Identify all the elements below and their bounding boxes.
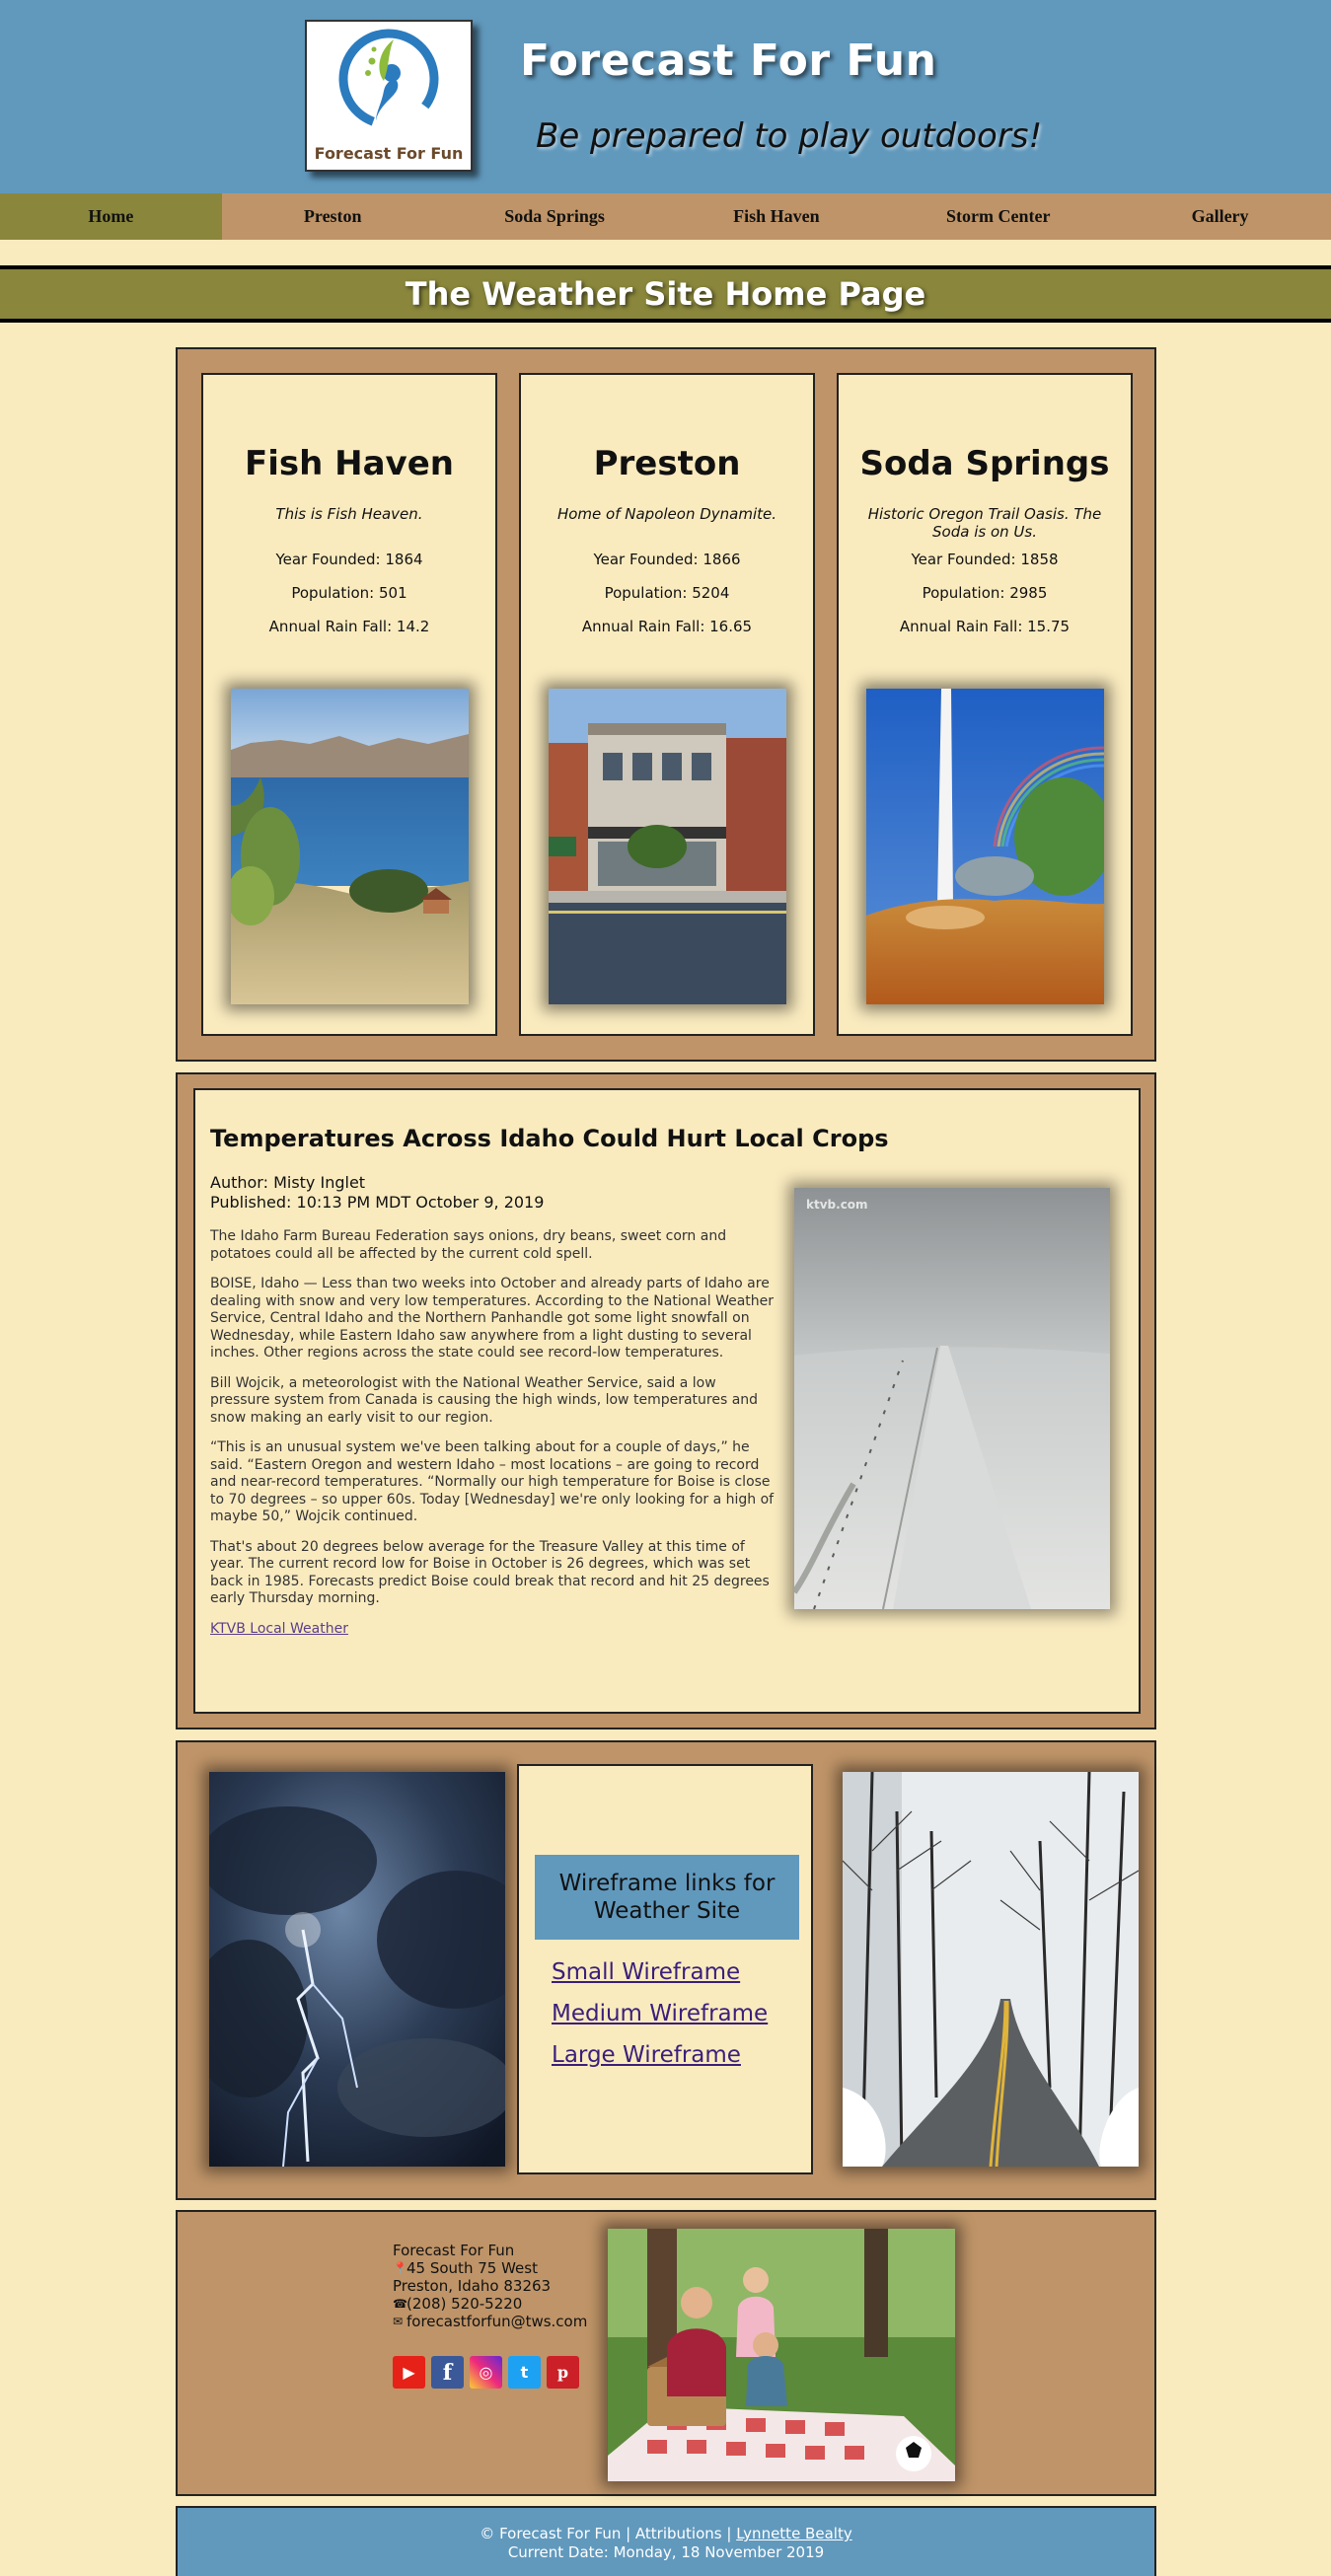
town-founded: Year Founded: 1858 bbox=[911, 551, 1059, 568]
wireframe-links: Small Wireframe Medium Wireframe Large W… bbox=[552, 1959, 768, 2084]
youtube-icon[interactable]: ▶ bbox=[393, 2356, 425, 2389]
town-rainfall: Annual Rain Fall: 14.2 bbox=[268, 618, 430, 635]
site-title: Forecast For Fun bbox=[520, 36, 937, 86]
nav-item-fish-haven[interactable]: Fish Haven bbox=[665, 193, 887, 240]
towns-section: Fish Haven This is Fish Heaven. Year Fou… bbox=[176, 347, 1156, 1062]
contact-section: Forecast For Fun 📍 45 South 75 West Pres… bbox=[176, 2210, 1156, 2496]
nav-item-storm-center[interactable]: Storm Center bbox=[887, 193, 1109, 240]
town-motto: This is Fish Heaven. bbox=[275, 505, 423, 523]
footer-current-date: Current Date: Monday, 18 November 2019 bbox=[507, 2543, 825, 2561]
snowy-road-photo: ktvb.com bbox=[794, 1188, 1110, 1609]
town-name: Fish Haven bbox=[245, 444, 454, 483]
town-population: Population: 501 bbox=[291, 584, 407, 602]
site-footer: © Forecast For Fun | Attributions | Lynn… bbox=[176, 2506, 1156, 2576]
town-name: Preston bbox=[593, 444, 741, 483]
map-pin-icon: 📍 bbox=[393, 2261, 407, 2275]
contact-phone[interactable]: (208) 520-5220 bbox=[407, 2295, 522, 2313]
author-link[interactable]: Lynnette Bealty bbox=[736, 2525, 852, 2542]
article-author: Author: Misty Inglet bbox=[210, 1173, 366, 1192]
town-card-soda-springs: Soda Springs Historic Oregon Trail Oasis… bbox=[837, 373, 1133, 1036]
town-motto: Home of Napoleon Dynamite. bbox=[556, 505, 777, 523]
large-wireframe-link[interactable]: Large Wireframe bbox=[552, 2042, 768, 2068]
contact-city: Preston, Idaho 83263 bbox=[393, 2277, 552, 2295]
town-rainfall: Annual Rain Fall: 15.75 bbox=[899, 618, 1071, 635]
wireframe-heading: Wireframe links for Weather Site bbox=[535, 1855, 799, 1940]
article-title: Temperatures Across Idaho Could Hurt Loc… bbox=[210, 1125, 889, 1152]
wireframe-section: Wireframe links for Weather Site Small W… bbox=[176, 1740, 1156, 2200]
page-title: The Weather Site Home Page bbox=[405, 275, 926, 313]
contact-info: Forecast For Fun 📍 45 South 75 West Pres… bbox=[393, 2242, 587, 2389]
article-paragraph: Bill Wojcik, a meteorologist with the Na… bbox=[210, 1374, 759, 1426]
main-nav: Home Preston Soda Springs Fish Haven Sto… bbox=[0, 193, 1331, 240]
small-wireframe-link[interactable]: Small Wireframe bbox=[552, 1959, 768, 1985]
twitter-icon[interactable]: t bbox=[508, 2356, 541, 2389]
medium-wireframe-link[interactable]: Medium Wireframe bbox=[552, 2001, 768, 2026]
town-card-fish-haven: Fish Haven This is Fish Heaven. Year Fou… bbox=[201, 373, 497, 1036]
footer-line-1: © Forecast For Fun | Attributions | Lynn… bbox=[178, 2525, 1154, 2543]
article-section: Temperatures Across Idaho Could Hurt Loc… bbox=[176, 1072, 1156, 1730]
photo-watermark: ktvb.com bbox=[806, 1198, 868, 1212]
town-founded: Year Founded: 1866 bbox=[593, 551, 741, 568]
soda-springs-photo bbox=[866, 689, 1104, 1004]
pinterest-icon[interactable]: p bbox=[547, 2356, 579, 2389]
email-icon: ✉ bbox=[393, 2315, 404, 2328]
article-paragraph: The Idaho Farm Bureau Federation says on… bbox=[210, 1228, 727, 1262]
snowy-forest-road-photo bbox=[843, 1772, 1139, 2167]
page-title-bar: The Weather Site Home Page bbox=[0, 265, 1331, 323]
town-rainfall: Annual Rain Fall: 16.65 bbox=[581, 618, 753, 635]
contact-street: 45 South 75 West bbox=[407, 2259, 538, 2277]
lightning-photo bbox=[209, 1772, 505, 2167]
article-published: Published: 10:13 PM MDT October 9, 2019 bbox=[210, 1193, 545, 1212]
phone-icon: ☎ bbox=[393, 2297, 407, 2311]
instagram-icon[interactable]: ◎ bbox=[470, 2356, 502, 2389]
article-body: The Idaho Farm Bureau Federation says on… bbox=[210, 1228, 777, 1651]
social-links: ▶ f ◎ t p bbox=[393, 2356, 587, 2389]
town-founded: Year Founded: 1864 bbox=[275, 551, 423, 568]
town-population: Population: 5204 bbox=[604, 584, 730, 602]
contact-name: Forecast For Fun bbox=[393, 2242, 515, 2259]
article-paragraph: “This is an unusual system we've been ta… bbox=[210, 1439, 775, 1524]
preston-photo bbox=[549, 689, 786, 1004]
facebook-icon[interactable]: f bbox=[431, 2356, 464, 2389]
logo-text: Forecast For Fun bbox=[314, 144, 464, 163]
site-logo[interactable]: Forecast For Fun bbox=[305, 20, 473, 172]
article-meta: Author: Misty Inglet Published: 10:13 PM… bbox=[210, 1173, 544, 1213]
town-card-preston: Preston Home of Napoleon Dynamite. Year … bbox=[519, 373, 815, 1036]
wireframe-card: Wireframe links for Weather Site Small W… bbox=[517, 1764, 813, 2174]
town-population: Population: 2985 bbox=[922, 584, 1048, 602]
nav-item-home[interactable]: Home bbox=[0, 193, 222, 240]
picnic-photo bbox=[608, 2229, 955, 2481]
article-paragraph: BOISE, Idaho — Less than two weeks into … bbox=[210, 1276, 775, 1361]
town-name: Soda Springs bbox=[859, 444, 1110, 483]
site-header: Forecast For Fun Forecast For Fun Be pre… bbox=[0, 0, 1331, 193]
town-motto: Historic Oregon Trail Oasis. The Soda is… bbox=[867, 505, 1102, 541]
fish-haven-photo bbox=[231, 689, 469, 1004]
site-tagline: Be prepared to play outdoors! bbox=[536, 116, 1043, 156]
nav-item-preston[interactable]: Preston bbox=[222, 193, 444, 240]
article-paragraph: That's about 20 degrees below average fo… bbox=[210, 1538, 770, 1607]
contact-email[interactable]: forecastforfun@tws.com bbox=[407, 2313, 587, 2330]
footer-copyright: © Forecast For Fun | Attributions | bbox=[480, 2525, 732, 2542]
nav-item-gallery[interactable]: Gallery bbox=[1109, 193, 1331, 240]
ktvb-weather-link[interactable]: KTVB Local Weather bbox=[210, 1621, 348, 1637]
article-card: Temperatures Across Idaho Could Hurt Loc… bbox=[193, 1088, 1141, 1714]
nav-item-soda-springs[interactable]: Soda Springs bbox=[444, 193, 666, 240]
